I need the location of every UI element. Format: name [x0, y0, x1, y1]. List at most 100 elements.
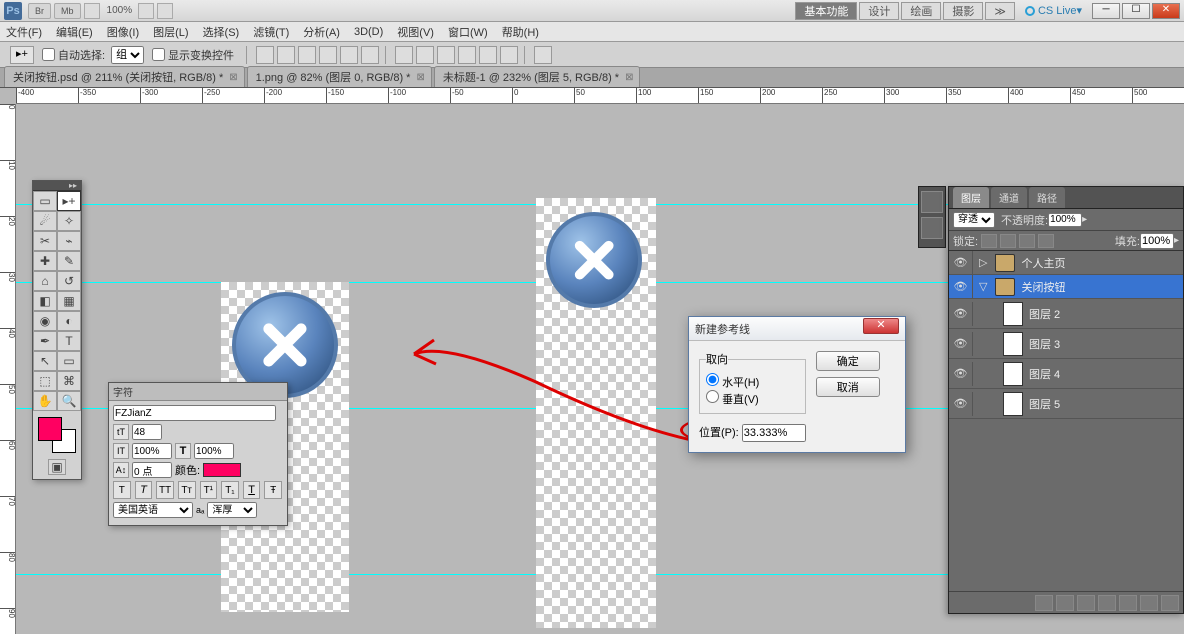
- layer-name[interactable]: 图层 4: [1029, 366, 1060, 382]
- shape-tool[interactable]: ▭: [57, 351, 81, 371]
- arrange-docs-icon[interactable]: [138, 3, 154, 19]
- font-field[interactable]: [113, 405, 276, 421]
- align-icon[interactable]: [298, 46, 316, 64]
- layer-row[interactable]: 👁 ▷ 个人主页: [949, 251, 1183, 275]
- layers-tab[interactable]: 图层: [953, 187, 989, 208]
- workspace-basic[interactable]: 基本功能: [795, 2, 857, 20]
- dialog-close[interactable]: ✕: [863, 318, 899, 334]
- cancel-button[interactable]: 取消: [816, 377, 880, 397]
- eraser-tool[interactable]: ◧: [33, 291, 57, 311]
- blur-tool[interactable]: ◉: [33, 311, 57, 331]
- zoom-tool[interactable]: 🔍: [57, 391, 81, 411]
- strike-btn[interactable]: Ŧ: [264, 481, 282, 499]
- vertical-radio[interactable]: 垂直(V): [706, 394, 759, 406]
- menu-item[interactable]: 文件(F): [6, 24, 42, 40]
- color-swatch[interactable]: [36, 415, 78, 455]
- distribute-icon[interactable]: [500, 46, 518, 64]
- stamp-tool[interactable]: ⌂: [33, 271, 57, 291]
- subscript-btn[interactable]: T₁: [221, 481, 239, 499]
- adjustment-icon[interactable]: [1098, 595, 1116, 611]
- minibridge-button[interactable]: Mb: [54, 3, 81, 19]
- zoom-level[interactable]: 100%: [107, 5, 133, 16]
- layer-name[interactable]: 个人主页: [1021, 255, 1065, 271]
- document-tab[interactable]: 关闭按钮.psd @ 211% (关闭按钮, RGB/8) *⊠: [4, 66, 245, 87]
- bridge-button[interactable]: Br: [28, 3, 51, 19]
- layer-row[interactable]: 👁 图层 4: [949, 359, 1183, 389]
- wand-tool[interactable]: ✧: [57, 211, 81, 231]
- camera-tool[interactable]: ⌘: [57, 371, 81, 391]
- baseline-field[interactable]: [132, 462, 172, 478]
- visibility-icon[interactable]: 👁: [949, 251, 973, 275]
- character-tab[interactable]: 字符: [113, 384, 133, 399]
- group-icon[interactable]: [1119, 595, 1137, 611]
- panel-grip[interactable]: ▸▸: [33, 181, 81, 191]
- eyedropper-tool[interactable]: ⌁: [57, 231, 81, 251]
- align-icon[interactable]: [277, 46, 295, 64]
- minibar-icon[interactable]: [921, 217, 943, 239]
- menu-item[interactable]: 滤镜(T): [253, 24, 289, 40]
- bold-btn[interactable]: T: [113, 481, 131, 499]
- align-icon[interactable]: [340, 46, 358, 64]
- autoselect-dropdown[interactable]: 组: [111, 46, 144, 64]
- fill-field[interactable]: [1140, 233, 1174, 249]
- menu-item[interactable]: 窗口(W): [448, 24, 488, 40]
- underline-btn[interactable]: T: [243, 481, 261, 499]
- align-icon[interactable]: [361, 46, 379, 64]
- workspace-paint[interactable]: 绘画: [901, 2, 941, 20]
- menu-item[interactable]: 编辑(E): [56, 24, 93, 40]
- disclosure-icon[interactable]: ▷: [979, 256, 987, 269]
- autoselect-checkbox[interactable]: [42, 48, 55, 61]
- lang-select[interactable]: 美国英语: [113, 502, 193, 518]
- path-tool[interactable]: ↖: [33, 351, 57, 371]
- disclosure-icon[interactable]: ▽: [979, 280, 987, 293]
- opacity-field[interactable]: [1048, 213, 1082, 227]
- vscale-field[interactable]: [194, 443, 234, 459]
- superscript-btn[interactable]: T¹: [200, 481, 218, 499]
- heal-tool[interactable]: ✚: [33, 251, 57, 271]
- cslive-button[interactable]: CS Live ▾: [1025, 4, 1082, 17]
- hscale-field[interactable]: [132, 443, 172, 459]
- layer-name[interactable]: 关闭按钮: [1021, 279, 1065, 295]
- mask-icon[interactable]: [1077, 595, 1095, 611]
- italic-btn[interactable]: T: [135, 481, 153, 499]
- lock-icon[interactable]: [1038, 234, 1054, 248]
- layer-row[interactable]: 👁 图层 5: [949, 389, 1183, 419]
- channels-tab[interactable]: 通道: [991, 187, 1027, 208]
- align-icon[interactable]: [319, 46, 337, 64]
- distribute-icon[interactable]: [395, 46, 413, 64]
- workspace-design[interactable]: 设计: [859, 2, 899, 20]
- ok-button[interactable]: 确定: [816, 351, 880, 371]
- type-tool[interactable]: T: [57, 331, 81, 351]
- fontsize-field[interactable]: [132, 424, 162, 440]
- allcaps-btn[interactable]: TT: [156, 481, 174, 499]
- link-layers-icon[interactable]: [1035, 595, 1053, 611]
- autoalign-icon[interactable]: [534, 46, 552, 64]
- workspace-more[interactable]: ≫: [985, 2, 1015, 20]
- showtransform-checkbox[interactable]: [152, 48, 165, 61]
- visibility-icon[interactable]: 👁: [949, 275, 973, 299]
- text-color[interactable]: [203, 463, 241, 477]
- position-field[interactable]: [742, 424, 806, 442]
- fx-icon[interactable]: [1056, 595, 1074, 611]
- lock-icon[interactable]: [981, 234, 997, 248]
- layer-row[interactable]: 👁 图层 2: [949, 299, 1183, 329]
- document-tab[interactable]: 未标题-1 @ 232% (图层 5, RGB/8) *⊠: [434, 66, 641, 87]
- workspace-photo[interactable]: 摄影: [943, 2, 983, 20]
- brush-tool[interactable]: ✎: [57, 251, 81, 271]
- menu-item[interactable]: 视图(V): [397, 24, 434, 40]
- visibility-icon[interactable]: 👁: [949, 302, 973, 326]
- horizontal-radio[interactable]: 水平(H): [706, 377, 759, 389]
- quickmask-toggle[interactable]: ▣: [48, 459, 66, 475]
- gradient-tool[interactable]: ▦: [57, 291, 81, 311]
- menu-item[interactable]: 帮助(H): [502, 24, 539, 40]
- close-tab-icon[interactable]: ⊠: [625, 72, 633, 83]
- document-tab[interactable]: 1.png @ 82% (图层 0, RGB/8) *⊠: [247, 66, 432, 87]
- menu-item[interactable]: 分析(A): [303, 24, 340, 40]
- menu-item[interactable]: 图层(L): [153, 24, 188, 40]
- lock-icon[interactable]: [1000, 234, 1016, 248]
- marquee-tool[interactable]: ▭: [33, 191, 57, 211]
- move-tool-icon[interactable]: ▸+: [10, 46, 34, 64]
- pen-tool[interactable]: ✒: [33, 331, 57, 351]
- layer-name[interactable]: 图层 3: [1029, 336, 1060, 352]
- 3d-tool[interactable]: ⬚: [33, 371, 57, 391]
